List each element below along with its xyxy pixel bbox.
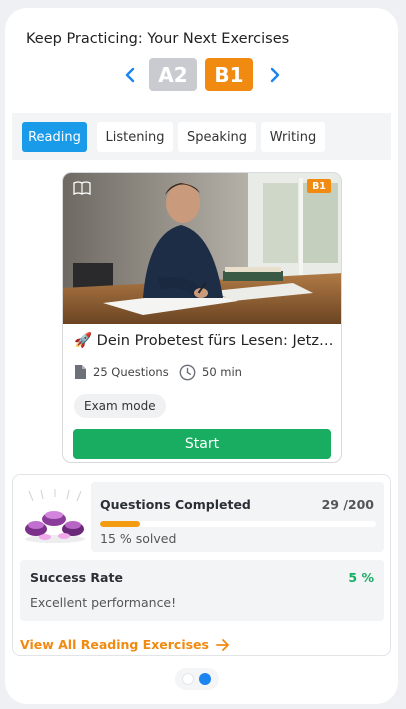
progress-illustration <box>25 489 85 543</box>
chevron-left-icon[interactable] <box>123 66 137 84</box>
success-rate-subtitle: Excellent performance! <box>30 595 177 610</box>
chevron-right-icon[interactable] <box>268 66 282 84</box>
tab-listening[interactable]: Listening <box>97 122 173 152</box>
exercise-card: B1 🚀 Dein Probetest fürs Lesen: Jetz… 25… <box>62 172 342 463</box>
level-switcher: A2 B1 <box>5 57 398 93</box>
carousel-pager <box>175 668 219 690</box>
view-all-link[interactable]: View All Reading Exercises <box>20 637 230 652</box>
questions-completed-box: Questions Completed 29 /200 15 % solved <box>91 482 384 552</box>
duration: 50 min <box>179 363 242 381</box>
success-rate-value: 5 % <box>348 570 374 585</box>
questions-completed-title: Questions Completed <box>100 497 251 512</box>
section-title: Keep Practicing: Your Next Exercises <box>26 31 290 47</box>
start-button[interactable]: Start <box>73 429 331 459</box>
exercises-panel: Keep Practicing: Your Next Exercises A2 … <box>5 8 398 704</box>
book-icon <box>73 181 91 195</box>
success-rate-title: Success Rate <box>30 570 123 585</box>
progress-fill <box>100 521 141 527</box>
view-all-label: View All Reading Exercises <box>20 637 209 652</box>
question-count-label: 25 Questions <box>93 365 169 379</box>
solved-text: 15 % solved <box>100 531 177 546</box>
tab-reading[interactable]: Reading <box>22 122 87 152</box>
skill-tabs: Reading Listening Speaking Writing <box>12 113 391 160</box>
tab-speaking[interactable]: Speaking <box>178 122 256 152</box>
pager-dot-1[interactable] <box>182 673 194 685</box>
success-rate-box: Success Rate 5 % Excellent performance! <box>20 560 384 621</box>
arrow-right-icon <box>216 638 229 651</box>
question-count: 25 Questions <box>74 363 169 381</box>
progress-bar <box>100 521 376 527</box>
exam-mode-chip: Exam mode <box>74 394 166 418</box>
duration-label: 50 min <box>202 365 242 379</box>
level-a2-button[interactable]: A2 <box>149 58 197 91</box>
pager-dot-2[interactable] <box>199 673 211 685</box>
level-b1-button[interactable]: B1 <box>205 58 253 91</box>
clock-icon <box>179 364 196 380</box>
level-badge: B1 <box>307 179 331 193</box>
exercise-title[interactable]: 🚀 Dein Probetest fürs Lesen: Jetz… <box>74 332 336 349</box>
exercise-photo <box>63 173 341 324</box>
tab-writing[interactable]: Writing <box>261 122 325 152</box>
document-icon <box>75 365 86 379</box>
stats-card: Questions Completed 29 /200 15 % solved … <box>12 474 391 656</box>
questions-completed-count: 29 /200 <box>321 497 374 512</box>
